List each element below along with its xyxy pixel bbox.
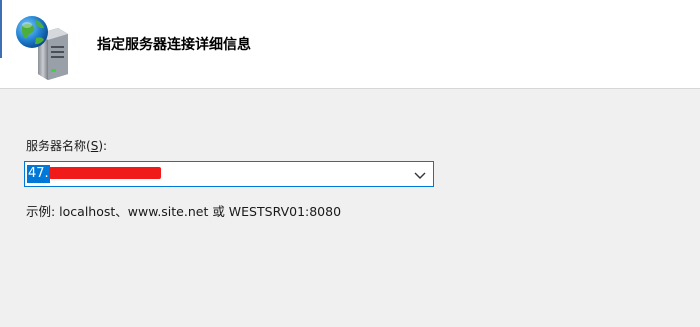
- label-suffix: ):: [98, 139, 108, 153]
- server-globe-icon: [16, 16, 68, 80]
- redaction-mark: [49, 167, 161, 179]
- server-name-value[interactable]: 47.: [27, 165, 50, 183]
- dialog-title: 指定服务器连接详细信息: [97, 37, 251, 53]
- connection-dialog: 指定服务器连接详细信息 服务器名称(S): 47. 示例: localhost、…: [0, 0, 700, 327]
- label-prefix: 服务器名称(: [26, 139, 91, 153]
- dialog-header: 指定服务器连接详细信息: [0, 0, 700, 89]
- chevron-down-icon[interactable]: [413, 168, 427, 182]
- server-name-combobox[interactable]: 47.: [24, 161, 434, 187]
- window-edge: [0, 0, 2, 58]
- example-hint: 示例: localhost、www.site.net 或 WESTSRV01:8…: [26, 204, 342, 219]
- server-name-label: 服务器名称(S):: [26, 137, 107, 154]
- dialog-body: 服务器名称(S): 47. 示例: localhost、www.site.net…: [0, 89, 700, 327]
